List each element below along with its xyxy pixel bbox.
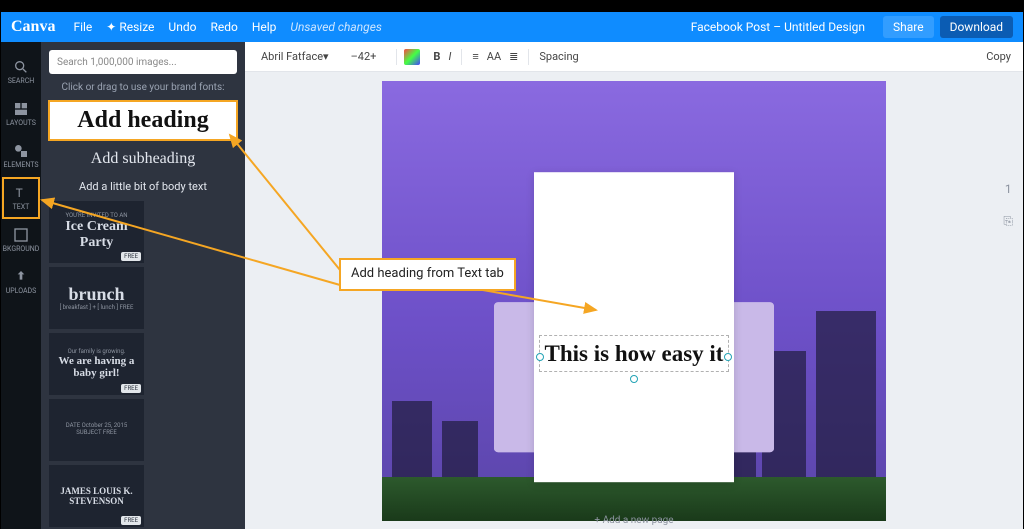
add-subheading-button[interactable]: Add subheading	[49, 146, 237, 172]
font-family-select[interactable]: Abril Fatface ▾	[253, 48, 337, 65]
font-template[interactable]: YOU'RE INVITED TO ANIce Cream PartyFREE	[49, 201, 144, 263]
add-heading-button[interactable]: Add heading	[49, 101, 237, 140]
menu-redo[interactable]: Redo	[210, 20, 237, 34]
template-grid: YOU'RE INVITED TO ANIce Cream PartyFREE …	[49, 201, 237, 529]
canvas-area[interactable]: This is how easy it 1 ⎘ + Add a new page	[245, 72, 1023, 529]
page-number: 1	[1005, 182, 1012, 196]
text-icon: T	[13, 185, 29, 201]
elements-icon	[13, 143, 29, 159]
sidebar-item-background[interactable]: BKGROUND	[3, 220, 39, 260]
copy-button[interactable]: Copy	[982, 48, 1015, 65]
font-template[interactable]: brunch[ breakfast ] + [ lunch ] FREE	[49, 267, 144, 329]
menu-help[interactable]: Help	[252, 20, 277, 34]
sidebar-item-uploads[interactable]: UPLOADS	[3, 262, 39, 302]
svg-text:T: T	[16, 186, 23, 200]
panel-hint: Click or drag to use your brand fonts:	[49, 82, 237, 93]
menu-file[interactable]: File	[73, 20, 92, 34]
side-nav: SEARCH LAYOUTS ELEMENTS TTEXT BKGROUND U…	[1, 42, 41, 529]
document-name[interactable]: Facebook Post – Untitled Design	[691, 20, 865, 34]
align-button[interactable]: ≡	[468, 48, 482, 65]
text-toolbar: Abril Fatface ▾ – 42 + B I ≡ AA ≣ Spacin…	[245, 42, 1023, 72]
layouts-icon	[13, 101, 29, 117]
panel-search-input[interactable]: Search 1,000,000 images...	[49, 50, 237, 74]
list-button[interactable]: ≣	[505, 48, 522, 65]
duplicate-page-icon[interactable]: ⎘	[1003, 214, 1013, 229]
font-template[interactable]: Our family is growing.We are having a ba…	[49, 333, 144, 395]
spacing-button[interactable]: Spacing	[535, 48, 582, 65]
text-color-button[interactable]	[403, 48, 421, 66]
envelope-graphic[interactable]	[494, 172, 774, 452]
bold-button[interactable]: B	[429, 48, 444, 65]
font-size-input[interactable]: – 42 +	[343, 48, 385, 65]
add-body-button[interactable]: Add a little bit of body text	[49, 178, 237, 195]
background-icon	[13, 227, 29, 243]
font-template[interactable]: DATE October 25, 2015SUBJECT FREE	[49, 399, 144, 461]
page-controls: 1 ⎘	[1003, 182, 1013, 229]
menu-undo[interactable]: Undo	[168, 20, 196, 34]
font-template[interactable]: JAMES LOUIS K. STEVENSONFREE	[49, 465, 144, 527]
italic-button[interactable]: I	[444, 48, 455, 65]
design-canvas[interactable]: This is how easy it	[382, 81, 886, 521]
logo: Canva	[11, 18, 55, 36]
menu-resize[interactable]: ✦ Resize	[106, 20, 154, 34]
top-bar: Canva File ✦ Resize Undo Redo Help Unsav…	[1, 12, 1023, 42]
unsaved-label: Unsaved changes	[290, 20, 381, 34]
heading-text[interactable]: This is how easy it	[544, 340, 724, 368]
annotation-callout: Add heading from Text tab	[339, 258, 516, 291]
uppercase-button[interactable]: AA	[483, 48, 505, 65]
share-button[interactable]: Share	[883, 16, 934, 38]
sidebar-item-search[interactable]: SEARCH	[3, 52, 39, 92]
download-button[interactable]: Download	[940, 16, 1013, 38]
sidebar-item-text[interactable]: TTEXT	[3, 178, 39, 218]
heading-textbox[interactable]: This is how easy it	[540, 336, 728, 372]
sidebar-item-layouts[interactable]: LAYOUTS	[3, 94, 39, 134]
sidebar-item-elements[interactable]: ELEMENTS	[3, 136, 39, 176]
add-page-button[interactable]: + Add a new page	[591, 512, 676, 529]
text-panel: Search 1,000,000 images... Click or drag…	[41, 42, 245, 529]
search-icon	[13, 59, 29, 75]
upload-icon	[13, 269, 29, 285]
